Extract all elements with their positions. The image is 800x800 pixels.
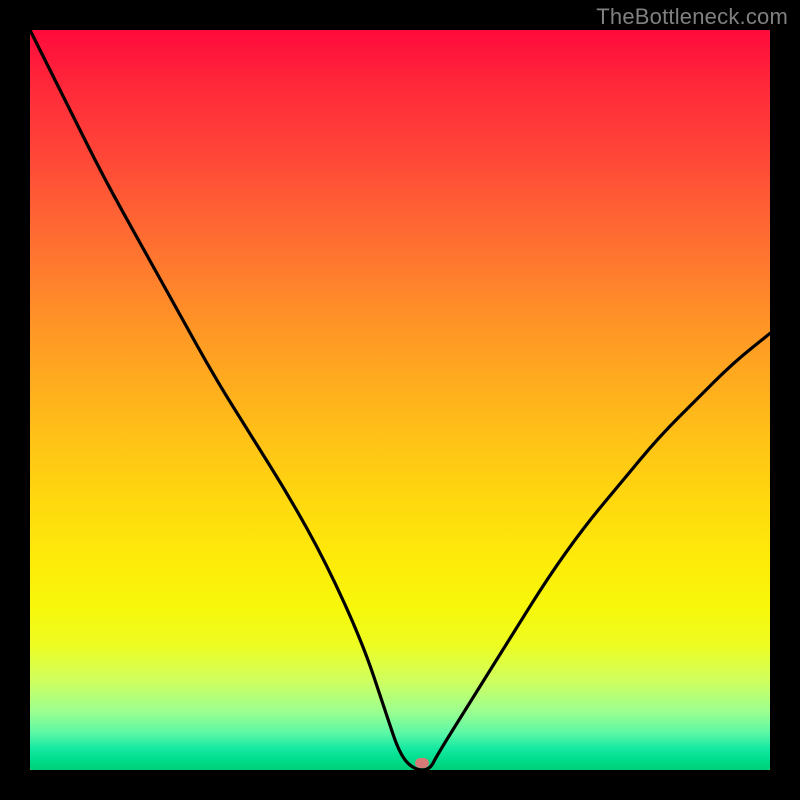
plot-area [30,30,770,770]
chart-frame: TheBottleneck.com [0,0,800,800]
watermark-text: TheBottleneck.com [596,4,788,30]
optimal-point-marker [415,758,429,768]
bottleneck-curve [30,30,770,770]
